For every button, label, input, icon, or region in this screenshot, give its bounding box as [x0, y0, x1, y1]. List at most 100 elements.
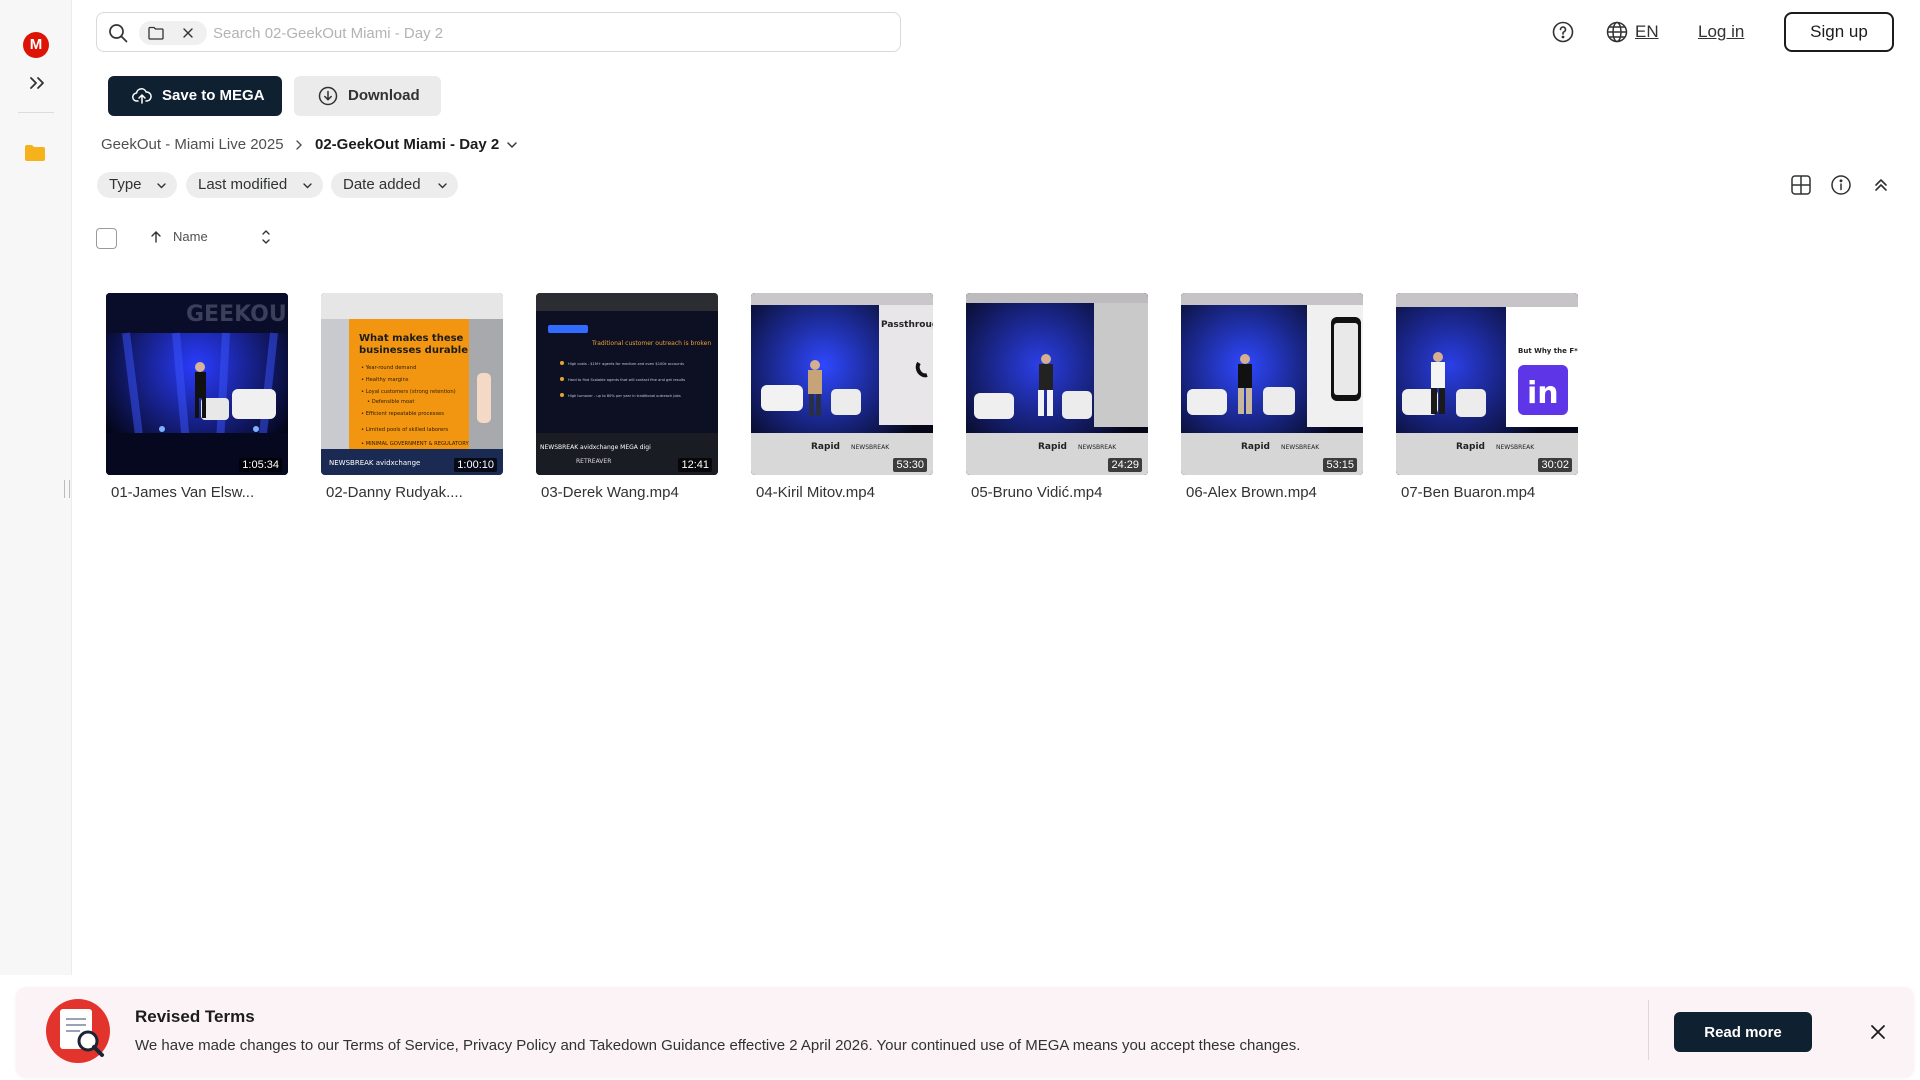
filter-date-added[interactable]: Date added — [331, 172, 458, 198]
stage-thumbnail-image: GEEKOU — [106, 293, 288, 475]
file-name: 06-Alex Brown.mp4 — [1186, 484, 1317, 501]
svg-text:NEWSBREAK: NEWSBREAK — [1281, 444, 1320, 451]
svg-text:• Healthy margins: • Healthy margins — [361, 377, 409, 383]
svg-text:• MINIMAL GOVERNMENT & REGULAT: • MINIMAL GOVERNMENT & REGULATORY RISKS — [361, 441, 485, 447]
banner-divider — [1648, 1000, 1649, 1060]
video-thumbnail[interactable]: GEEKOU 1:05:34 — [106, 293, 288, 475]
duration-badge: 1:00:10 — [454, 458, 497, 472]
document-search-icon — [46, 999, 110, 1063]
sort-toggle-icon[interactable] — [258, 228, 274, 246]
file-tile[interactable]: Rapid NEWSBREAK 24:29 05-Bruno Vidić.mp4 — [966, 293, 1149, 501]
video-thumbnail[interactable]: Passthrough Rapid NEWSBREAK 53:30 — [751, 293, 933, 475]
expand-sidebar-icon[interactable] — [26, 72, 48, 94]
stage-thumbnail-image: But Why the F*ck I in Rapid NEWSBREAK — [1396, 293, 1578, 475]
chevron-down-icon — [157, 183, 166, 189]
filter-type-label: Type — [109, 176, 142, 193]
file-tile[interactable]: But Why the F*ck I in Rapid NEWSBREAK 30… — [1396, 293, 1579, 501]
sponsor-text: Rapid — [1038, 442, 1067, 452]
file-name: 03-Derek Wang.mp4 — [541, 484, 679, 501]
svg-text:High costs - $1M+ agents for m: High costs - $1M+ agents for medium and … — [568, 362, 684, 366]
svg-text:NEWSBREAK: NEWSBREAK — [1496, 444, 1535, 451]
svg-text:• Defensible moat: • Defensible moat — [367, 399, 414, 405]
duration-badge: 12:41 — [678, 458, 712, 472]
svg-text:High turnover - up to 80% per: High turnover - up to 80% per year in tr… — [568, 394, 681, 398]
collapse-icon[interactable] — [1870, 174, 1892, 196]
svg-text:RETREAVER: RETREAVER — [576, 458, 611, 465]
slide-text: But Why the F*ck I — [1518, 347, 1578, 355]
file-name: 07-Ben Buaron.mp4 — [1401, 484, 1536, 501]
duration-badge: 30:02 — [1538, 458, 1572, 472]
mega-logo[interactable]: M — [23, 32, 49, 58]
login-link[interactable]: Log in — [1698, 20, 1744, 44]
svg-text:Hard to find Scalable agents t: Hard to find Scalable agents that will c… — [568, 378, 685, 382]
video-thumbnail[interactable]: Rapid NEWSBREAK 53:15 — [1181, 293, 1363, 475]
file-name: 04-Kiril Mitov.mp4 — [756, 484, 875, 501]
search-icon — [109, 24, 128, 43]
slide-thumbnail-image: Traditional customer outreach is broken … — [536, 293, 718, 475]
svg-text:• Efficient repeatable process: • Efficient repeatable processes — [361, 411, 444, 417]
search-bar — [96, 12, 901, 52]
svg-text:• Year-round demand: • Year-round demand — [361, 365, 416, 371]
file-tile[interactable]: Traditional customer outreach is broken … — [536, 293, 719, 501]
close-icon[interactable] — [1868, 1022, 1888, 1042]
download-button[interactable]: Download — [294, 76, 441, 116]
search-scope-chip[interactable] — [139, 21, 207, 45]
video-thumbnail[interactable]: Traditional customer outreach is broken … — [536, 293, 718, 475]
chevron-down-icon[interactable] — [506, 139, 518, 151]
svg-text:NEWSBREAK avidxchange: NEWSBREAK avidxchange — [329, 459, 420, 467]
revised-terms-banner: Revised Terms We have made changes to ou… — [16, 987, 1914, 1077]
banner-text: We have made changes to our Terms of Ser… — [135, 1037, 1301, 1054]
language-selector[interactable]: EN — [1635, 20, 1659, 44]
filter-last-modified[interactable]: Last modified — [186, 172, 323, 198]
download-icon — [318, 86, 338, 106]
cloud-drive-folder-icon[interactable] — [24, 144, 46, 162]
svg-text:GEEKOU: GEEKOU — [186, 302, 287, 327]
globe-icon[interactable] — [1605, 20, 1629, 44]
file-tile[interactable]: Passthrough Rapid NEWSBREAK 53:30 04-Kir… — [751, 293, 934, 501]
duration-badge: 53:15 — [1323, 458, 1357, 472]
breadcrumb-parent[interactable]: GeekOut - Miami Live 2025 — [101, 134, 284, 156]
save-label: Save to MEGA — [162, 87, 265, 104]
read-more-button[interactable]: Read more — [1674, 1012, 1812, 1052]
clear-scope-icon[interactable] — [181, 26, 195, 40]
svg-text:businesses durable: businesses durable — [359, 345, 468, 356]
file-tile[interactable]: GEEKOU 1:05:34 01-James Van Elsw... — [106, 293, 289, 501]
sponsor-text: Rapid — [1241, 442, 1270, 452]
signup-button[interactable]: Sign up — [1784, 12, 1894, 52]
duration-badge: 1:05:34 — [239, 458, 282, 472]
linkedin-logo-text: in — [1527, 376, 1559, 411]
filter-type[interactable]: Type — [97, 172, 177, 198]
svg-text:• Limited pools of skilled lab: • Limited pools of skilled laborers — [361, 427, 448, 433]
video-thumbnail[interactable]: What makes these businesses durable • Ye… — [321, 293, 503, 475]
left-rail: M — [0, 0, 72, 975]
slide-thumbnail-image: What makes these businesses durable • Ye… — [321, 293, 503, 475]
sidebar-resize-handle[interactable] — [64, 480, 70, 498]
arrow-up-icon[interactable] — [148, 229, 164, 245]
svg-text:NEWSBREAK: NEWSBREAK — [1078, 444, 1117, 451]
stage-thumbnail-image: Rapid NEWSBREAK — [966, 293, 1148, 475]
select-all-checkbox[interactable] — [96, 228, 117, 249]
info-icon[interactable] — [1830, 174, 1852, 196]
grid-view-icon[interactable] — [1790, 174, 1812, 196]
svg-text:• Loyal customers (strong rete: • Loyal customers (strong retention) — [361, 389, 456, 395]
search-input[interactable] — [213, 21, 813, 45]
chevron-down-icon — [438, 183, 447, 189]
save-to-mega-button[interactable]: Save to MEGA — [108, 76, 282, 116]
column-name[interactable]: Name — [173, 229, 208, 245]
video-thumbnail[interactable]: Rapid NEWSBREAK 24:29 — [966, 293, 1148, 475]
rail-divider — [18, 112, 54, 113]
breadcrumb-current: 02-GeekOut Miami - Day 2 — [315, 136, 500, 153]
chevron-right-icon — [296, 140, 302, 150]
banner-title: Revised Terms — [135, 1007, 255, 1026]
video-thumbnail[interactable]: But Why the F*ck I in Rapid NEWSBREAK 30… — [1396, 293, 1578, 475]
help-icon[interactable] — [1551, 20, 1575, 44]
file-tile[interactable]: Rapid NEWSBREAK 53:15 06-Alex Brown.mp4 — [1181, 293, 1364, 501]
duration-badge: 53:30 — [893, 458, 927, 472]
svg-text:Traditional customer outreach: Traditional customer outreach is broken — [591, 340, 711, 347]
download-label: Download — [348, 87, 420, 104]
svg-text:What makes these: What makes these — [359, 333, 464, 344]
file-tile[interactable]: What makes these businesses durable • Ye… — [321, 293, 504, 501]
svg-text:NEWSBREAK: NEWSBREAK — [851, 444, 890, 451]
stage-thumbnail-image: Rapid NEWSBREAK — [1181, 293, 1363, 475]
file-name: 01-James Van Elsw... — [111, 484, 255, 501]
